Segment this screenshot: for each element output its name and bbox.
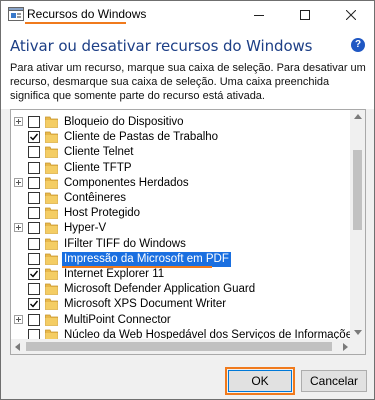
scrollbar-corner — [350, 339, 365, 354]
minimize-button[interactable] — [236, 1, 282, 29]
title-bar[interactable]: Recursos do Windows — [1, 1, 374, 29]
dialog-header: Ativar ou desativar recursos do Windows … — [1, 29, 374, 109]
expand-icon[interactable] — [14, 177, 23, 187]
feature-label: Contêineres — [64, 192, 127, 204]
scroll-left-icon[interactable] — [15, 343, 20, 351]
folder-icon — [45, 116, 58, 128]
feature-label: Componentes Herdados — [64, 176, 189, 189]
feature-checkbox[interactable] — [28, 252, 40, 265]
feature-label: MultiPoint Connector — [64, 313, 171, 326]
maximize-icon — [300, 10, 310, 20]
window-title: Recursos do Windows — [27, 7, 147, 21]
close-button[interactable] — [328, 1, 374, 29]
feature-checkbox[interactable] — [28, 131, 40, 144]
feature-checkbox[interactable] — [28, 222, 40, 235]
folder-icon — [45, 298, 58, 311]
scroll-up-icon[interactable] — [354, 114, 362, 119]
horizontal-scrollbar[interactable] — [11, 339, 352, 354]
feature-checkbox[interactable] — [28, 161, 40, 174]
folder-icon — [45, 146, 58, 159]
ok-button[interactable]: OK — [228, 370, 292, 392]
feature-checkbox[interactable] — [28, 116, 40, 128]
windows-features-icon — [8, 7, 24, 21]
feature-label: Hyper-V — [64, 222, 107, 235]
feature-label: Cliente de Pastas de Trabalho — [64, 131, 219, 144]
feature-checkbox[interactable] — [28, 237, 40, 250]
folder-icon — [45, 131, 58, 144]
folder-icon — [45, 207, 58, 220]
vertical-scrollbar[interactable] — [350, 110, 365, 339]
folder-icon — [45, 238, 58, 250]
feature-checkbox[interactable] — [28, 146, 40, 159]
folder-icon — [45, 283, 58, 296]
folder-icon — [45, 253, 58, 265]
folder-icon — [45, 177, 58, 189]
minimize-icon — [254, 15, 264, 16]
feature-label: Cliente TFTP — [64, 161, 132, 174]
checkmark-icon — [30, 133, 39, 141]
instructions-text: Para ativar um recurso, marque sua caixa… — [10, 62, 366, 102]
windows-features-dialog: Recursos do Windows Ativar ou desativar … — [0, 0, 375, 400]
features-tree: Bloqueio do Dispositivo Cliente de Pastas… — [10, 109, 366, 355]
page-title: Ativar ou desativar recursos do Windows — [10, 37, 313, 55]
feature-checkbox[interactable] — [28, 313, 40, 326]
expand-icon[interactable] — [14, 314, 23, 324]
feature-checkbox[interactable] — [28, 192, 40, 204]
cancel-button[interactable]: Cancelar — [301, 370, 367, 392]
feature-label: Impressão da Microsoft em PDF — [62, 251, 231, 267]
expand-icon[interactable] — [14, 223, 23, 233]
vertical-scroll-thumb[interactable] — [353, 150, 362, 230]
checkmark-icon — [30, 300, 39, 308]
checkmark-icon — [30, 270, 39, 278]
feature-label: Microsoft XPS Document Writer — [64, 298, 227, 311]
folder-icon — [45, 162, 58, 174]
folder-icon — [45, 314, 58, 326]
feature-label: Host Protegido — [64, 207, 141, 220]
scroll-right-icon[interactable] — [343, 343, 348, 351]
feature-label: Cliente Telnet — [64, 146, 134, 159]
folder-icon — [45, 222, 58, 235]
feature-checkbox[interactable] — [28, 268, 40, 280]
folder-icon — [45, 192, 58, 204]
title-highlight-annotation — [25, 22, 126, 24]
feature-label: Internet Explorer 11 — [64, 268, 165, 280]
horizontal-scroll-thumb[interactable] — [26, 342, 332, 351]
feature-label: Bloqueio do Dispositivo — [64, 116, 184, 128]
scroll-down-icon[interactable] — [354, 330, 362, 335]
feature-label: IFilter TIFF do Windows — [64, 237, 186, 250]
feature-checkbox[interactable] — [28, 298, 40, 311]
expand-icon[interactable] — [14, 117, 23, 126]
folder-icon — [45, 268, 58, 280]
help-icon[interactable]: ? — [351, 38, 365, 52]
close-icon — [346, 10, 356, 20]
feature-label: Microsoft Defender Application Guard — [64, 283, 256, 296]
maximize-button[interactable] — [282, 1, 328, 29]
feature-checkbox[interactable] — [28, 176, 40, 189]
feature-checkbox[interactable] — [28, 283, 40, 296]
feature-checkbox[interactable] — [28, 207, 40, 220]
